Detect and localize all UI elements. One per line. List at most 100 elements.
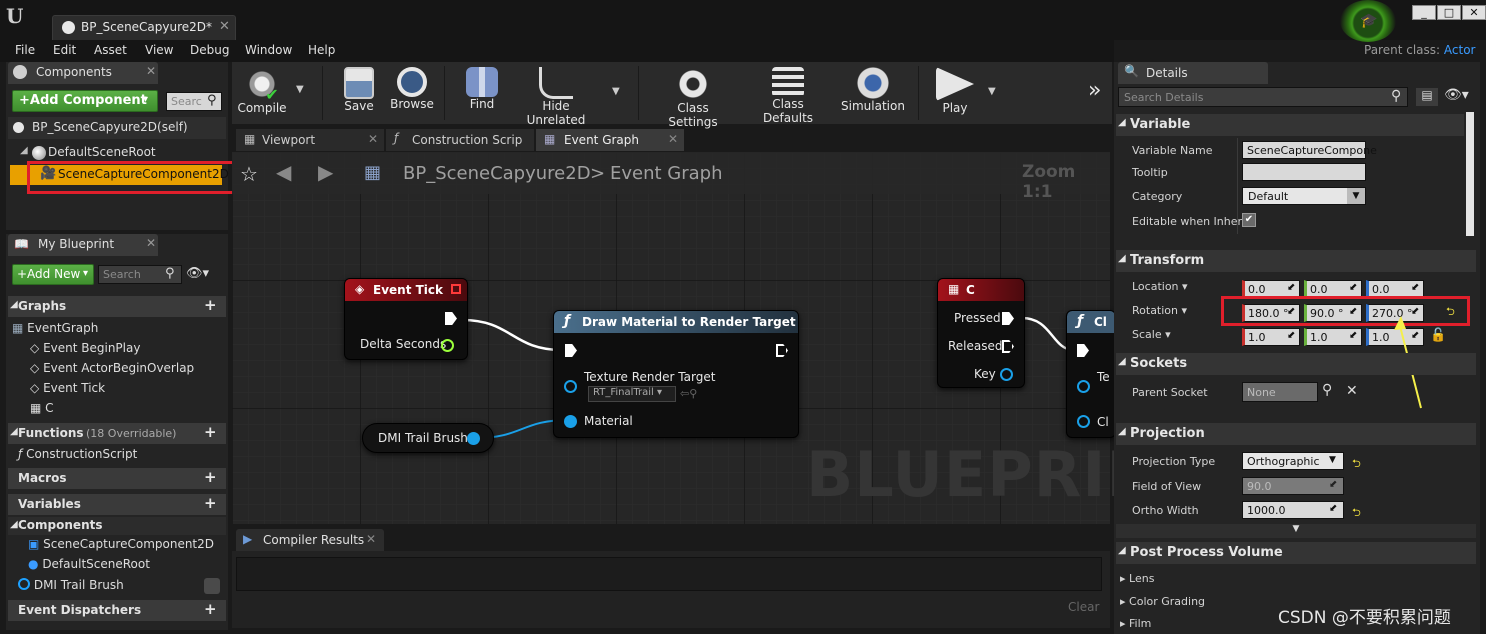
dmi-variable-node[interactable]: DMI Trail Brush [362, 423, 494, 453]
variable-components-section[interactable]: ◢ Components [8, 517, 226, 535]
macros-section[interactable]: Macros + [8, 468, 226, 489]
show-advanced-toggle[interactable]: ▼ [1116, 524, 1476, 538]
texture-asset-picker[interactable]: RT_FinalTrail ▾ [588, 386, 676, 402]
tab-construction-script[interactable]: ƒ Construction Scrip [386, 129, 534, 151]
close-tab-icon[interactable]: ✕ [368, 132, 378, 146]
add-dispatcher-icon[interactable]: + [204, 600, 217, 618]
class-defaults-button[interactable]: Class Defaults [746, 65, 830, 125]
menu-view[interactable]: View [145, 43, 173, 57]
graphs-section[interactable]: ◢ Graphs + [8, 296, 226, 317]
object-pin[interactable] [1077, 415, 1090, 428]
scale-label[interactable]: Scale ▾ [1132, 328, 1171, 341]
find-button[interactable]: Find [458, 65, 506, 123]
rotation-label[interactable]: Rotation ▾ [1132, 304, 1187, 317]
components-tab[interactable]: Components ✕ [8, 62, 158, 84]
close-tab-icon[interactable]: ✕ [366, 532, 376, 546]
pp-film-row[interactable]: ▸ Film [1120, 617, 1151, 630]
event-item[interactable]: ▦ C [30, 401, 54, 415]
clear-x-icon[interactable]: ✕ [1346, 383, 1358, 399]
event-item[interactable]: ◇ Event ActorBeginOverlap [30, 361, 194, 375]
variables-section[interactable]: Variables + [8, 494, 226, 515]
self-row[interactable]: BP_SceneCapyure2D(self) [8, 117, 226, 139]
close-my-blueprint-icon[interactable]: ✕ [146, 236, 156, 250]
breadcrumb-root[interactable]: BP_SceneCapyure2D [403, 163, 591, 184]
search-icon[interactable]: ⚲ [1322, 382, 1332, 398]
minimize-button[interactable]: _ [1412, 5, 1436, 20]
variable-name-field[interactable]: SceneCaptureCompone [1242, 141, 1377, 159]
variable-item[interactable]: ● DefaultSceneRoot [28, 557, 150, 571]
partial-function-node[interactable]: ƒ Cl Te Cl [1066, 310, 1116, 438]
add-macro-icon[interactable]: + [204, 468, 217, 486]
event-graph-item[interactable]: ▦ EventGraph [12, 321, 98, 335]
event-item[interactable]: ◇ Event BeginPlay [30, 341, 140, 355]
view-options-eye-icon[interactable]: 👁▾ [186, 266, 209, 281]
add-graph-icon[interactable]: + [204, 296, 217, 314]
object-pin[interactable] [1077, 380, 1090, 393]
event-dispatchers-section[interactable]: Event Dispatchers + [8, 600, 226, 621]
menu-edit[interactable]: Edit [53, 43, 76, 57]
float-pin[interactable] [441, 339, 454, 352]
close-window-button[interactable]: ✕ [1462, 5, 1486, 20]
construction-script-item[interactable]: ƒ ConstructionScript [18, 447, 137, 461]
blueprint-search-input[interactable]: Search ⚲ [98, 265, 182, 284]
lock-scale-icon[interactable]: 🔓 [1430, 328, 1446, 343]
tab-viewport[interactable]: ▦ Viewport ✕ [236, 129, 384, 151]
post-process-category[interactable]: ◢ Post Process Volume [1116, 542, 1476, 564]
property-matrix-icon[interactable]: ▤ [1416, 88, 1438, 106]
add-new-button[interactable]: +Add New ▾ [12, 264, 94, 285]
exec-out-pin[interactable] [1002, 312, 1014, 325]
tooltip-field[interactable] [1242, 163, 1366, 181]
close-tab-icon[interactable]: ✕ [219, 19, 230, 34]
expand-arrow-icon[interactable]: ◢ [20, 145, 28, 156]
exec-out-pin[interactable] [445, 312, 457, 325]
editable-checkbox[interactable]: ✔ [1242, 213, 1256, 227]
reset-projection-icon[interactable]: ⮌ [1352, 455, 1361, 474]
back-arrow-icon[interactable]: ◀ [276, 160, 291, 184]
exec-out-pin[interactable] [1002, 340, 1014, 353]
use-asset-arrow-icon[interactable]: ⇦⚲ [680, 387, 697, 400]
pp-color-grading-row[interactable]: ▸ Color Grading [1120, 595, 1205, 608]
event-tick-node[interactable]: ◈ Event Tick Delta Seconds [344, 278, 468, 360]
functions-section[interactable]: ◢ Functions (18 Overridable) + [8, 423, 226, 444]
add-component-button[interactable]: +Add Component ▾ [12, 90, 158, 112]
key-c-node[interactable]: ▦ C Pressed Released Key [937, 278, 1025, 388]
add-function-icon[interactable]: + [204, 423, 217, 441]
parent-class-link[interactable]: Actor [1444, 43, 1476, 57]
object-pin[interactable] [467, 432, 480, 445]
struct-pin[interactable] [1000, 368, 1013, 381]
transform-category[interactable]: ◢ Transform [1116, 250, 1476, 272]
object-pin[interactable] [564, 380, 577, 393]
menu-help[interactable]: Help [308, 43, 335, 57]
class-settings-button[interactable]: Class Settings [652, 65, 734, 129]
reset-ortho-icon[interactable]: ⮌ [1352, 504, 1361, 523]
menu-file[interactable]: File [15, 43, 35, 57]
compiler-results-tab[interactable]: ▶ Compiler Results ✕ [236, 529, 384, 551]
play-button[interactable]: Play [928, 65, 982, 123]
projection-type-dropdown[interactable]: Orthographic ▼ [1242, 452, 1344, 470]
view-options-eye-icon[interactable]: 👁▾ [1444, 87, 1469, 103]
projection-category[interactable]: ◢ Projection [1116, 423, 1476, 445]
variable-item[interactable]: ▣ SceneCaptureComponent2D [28, 537, 214, 551]
scale-x-field[interactable]: 1.0 ⬋ [1242, 328, 1300, 346]
details-tab[interactable]: 🔍 Details [1118, 62, 1268, 84]
details-scrollbar[interactable] [1466, 112, 1474, 236]
menu-debug[interactable]: Debug [190, 43, 229, 57]
exec-in-pin[interactable] [1077, 344, 1089, 357]
ortho-width-field[interactable]: 1000.0 ⬋ [1242, 501, 1344, 519]
scale-y-field[interactable]: 1.0 ⬋ [1304, 328, 1362, 346]
pp-lens-row[interactable]: ▸ Lens [1120, 572, 1154, 585]
clear-button[interactable]: Clear [1068, 600, 1099, 614]
event-item[interactable]: ◇ Event Tick [30, 381, 105, 395]
save-button[interactable]: Save [334, 65, 384, 123]
close-components-icon[interactable]: ✕ [146, 64, 156, 78]
document-tab[interactable]: BP_SceneCapyure2D* ✕ [52, 15, 236, 40]
hide-unrelated-button[interactable]: Hide Unrelated [514, 65, 598, 127]
forward-arrow-icon[interactable]: ▶ [318, 160, 333, 184]
add-variable-icon[interactable]: + [204, 494, 217, 512]
toolbar-overflow-icon[interactable]: » [1088, 78, 1101, 103]
category-dropdown[interactable]: Default ▼ [1242, 187, 1366, 205]
compile-options-arrow-icon[interactable]: ▼ [296, 84, 304, 95]
graduation-cap-icon[interactable]: 🎓 [1360, 13, 1378, 29]
location-label[interactable]: Location ▾ [1132, 280, 1188, 293]
tree-item-default-scene-root[interactable]: ◢ DefaultSceneRoot [8, 143, 226, 163]
